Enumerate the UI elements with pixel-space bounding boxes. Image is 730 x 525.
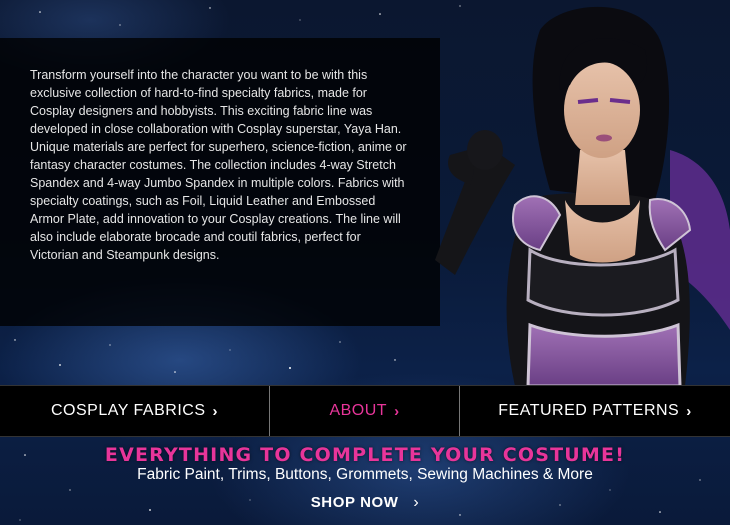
chevron-right-icon: ›: [212, 402, 218, 420]
nav-featured-patterns[interactable]: FEATURED PATTERNS ›: [460, 386, 730, 436]
shop-now-link[interactable]: SHOP NOW ›: [0, 494, 730, 512]
shop-now-label: SHOP NOW: [310, 494, 399, 511]
chevron-right-icon: ›: [413, 494, 420, 511]
nav-featured-patterns-label: FEATURED PATTERNS: [498, 402, 680, 419]
chevron-right-icon: ›: [394, 402, 400, 420]
nav-cosplay-fabrics[interactable]: COSPLAY FABRICS ›: [0, 386, 270, 436]
category-nav: COSPLAY FABRICS › ABOUT › FEATURED PATTE…: [0, 385, 730, 437]
nav-about-label: ABOUT: [329, 402, 388, 419]
promo-title: EVERYTHING TO COMPLETE YOUR COSTUME!: [104, 444, 626, 466]
nav-cosplay-fabrics-label: COSPLAY FABRICS: [50, 402, 206, 419]
hero-cosplayer-image: [435, 6, 730, 386]
promo-subtitle: Fabric Paint, Trims, Buttons, Grommets, …: [137, 466, 593, 483]
chevron-right-icon: ›: [686, 402, 692, 420]
intro-paragraph: Transform yourself into the character yo…: [30, 68, 407, 262]
nav-about[interactable]: ABOUT ›: [270, 386, 460, 436]
